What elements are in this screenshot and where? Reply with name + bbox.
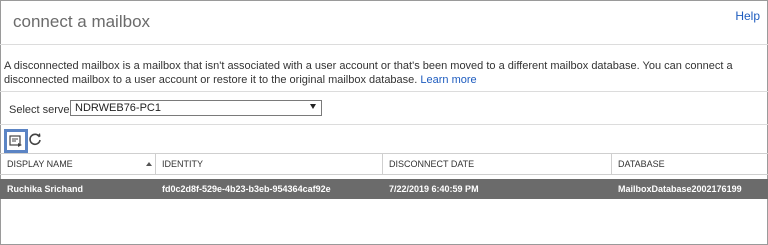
column-header-disconnect-date[interactable]: DISCONNECT DATE [389, 154, 474, 174]
divider [0, 124, 768, 125]
refresh-icon[interactable] [28, 132, 42, 146]
column-header-database[interactable]: DATABASE [618, 154, 665, 174]
table-header: DISPLAY NAME IDENTITY DISCONNECT DATE DA… [0, 153, 768, 175]
column-header-identity[interactable]: IDENTITY [162, 154, 203, 174]
page-title: connect a mailbox [13, 12, 151, 31]
column-header-display-name[interactable]: DISPLAY NAME [7, 154, 73, 174]
dialog-frame [0, 0, 768, 245]
cell-database: MailboxDatabase2002176199 [618, 184, 742, 194]
divider [0, 44, 768, 45]
description-text: A disconnected mailbox is a mailbox that… [4, 60, 733, 86]
connect-icon [9, 135, 22, 147]
description: A disconnected mailbox is a mailbox that… [4, 59, 756, 87]
divider [0, 91, 768, 92]
server-select[interactable]: NDRWEB76-PC1 [70, 100, 322, 116]
server-select-value: NDRWEB76-PC1 [75, 102, 161, 114]
dropdown-arrow-icon [310, 104, 316, 109]
help-link[interactable]: Help [735, 9, 760, 23]
cell-disconnect-date: 7/22/2019 6:40:59 PM [389, 184, 479, 194]
column-separator [155, 154, 156, 174]
sort-ascending-icon [146, 162, 152, 166]
table-row[interactable]: Ruchika Srichand fd0c2d8f-529e-4b23-b3eb… [0, 179, 768, 199]
select-server-label: Select server: [9, 104, 77, 116]
column-separator [611, 154, 612, 174]
cell-display-name: Ruchika Srichand [7, 184, 84, 194]
learn-more-link[interactable]: Learn more [420, 74, 476, 86]
column-separator [382, 154, 383, 174]
connect-mailbox-button[interactable] [4, 129, 28, 153]
cell-identity: fd0c2d8f-529e-4b23-b3eb-954364caf92e [162, 184, 331, 194]
